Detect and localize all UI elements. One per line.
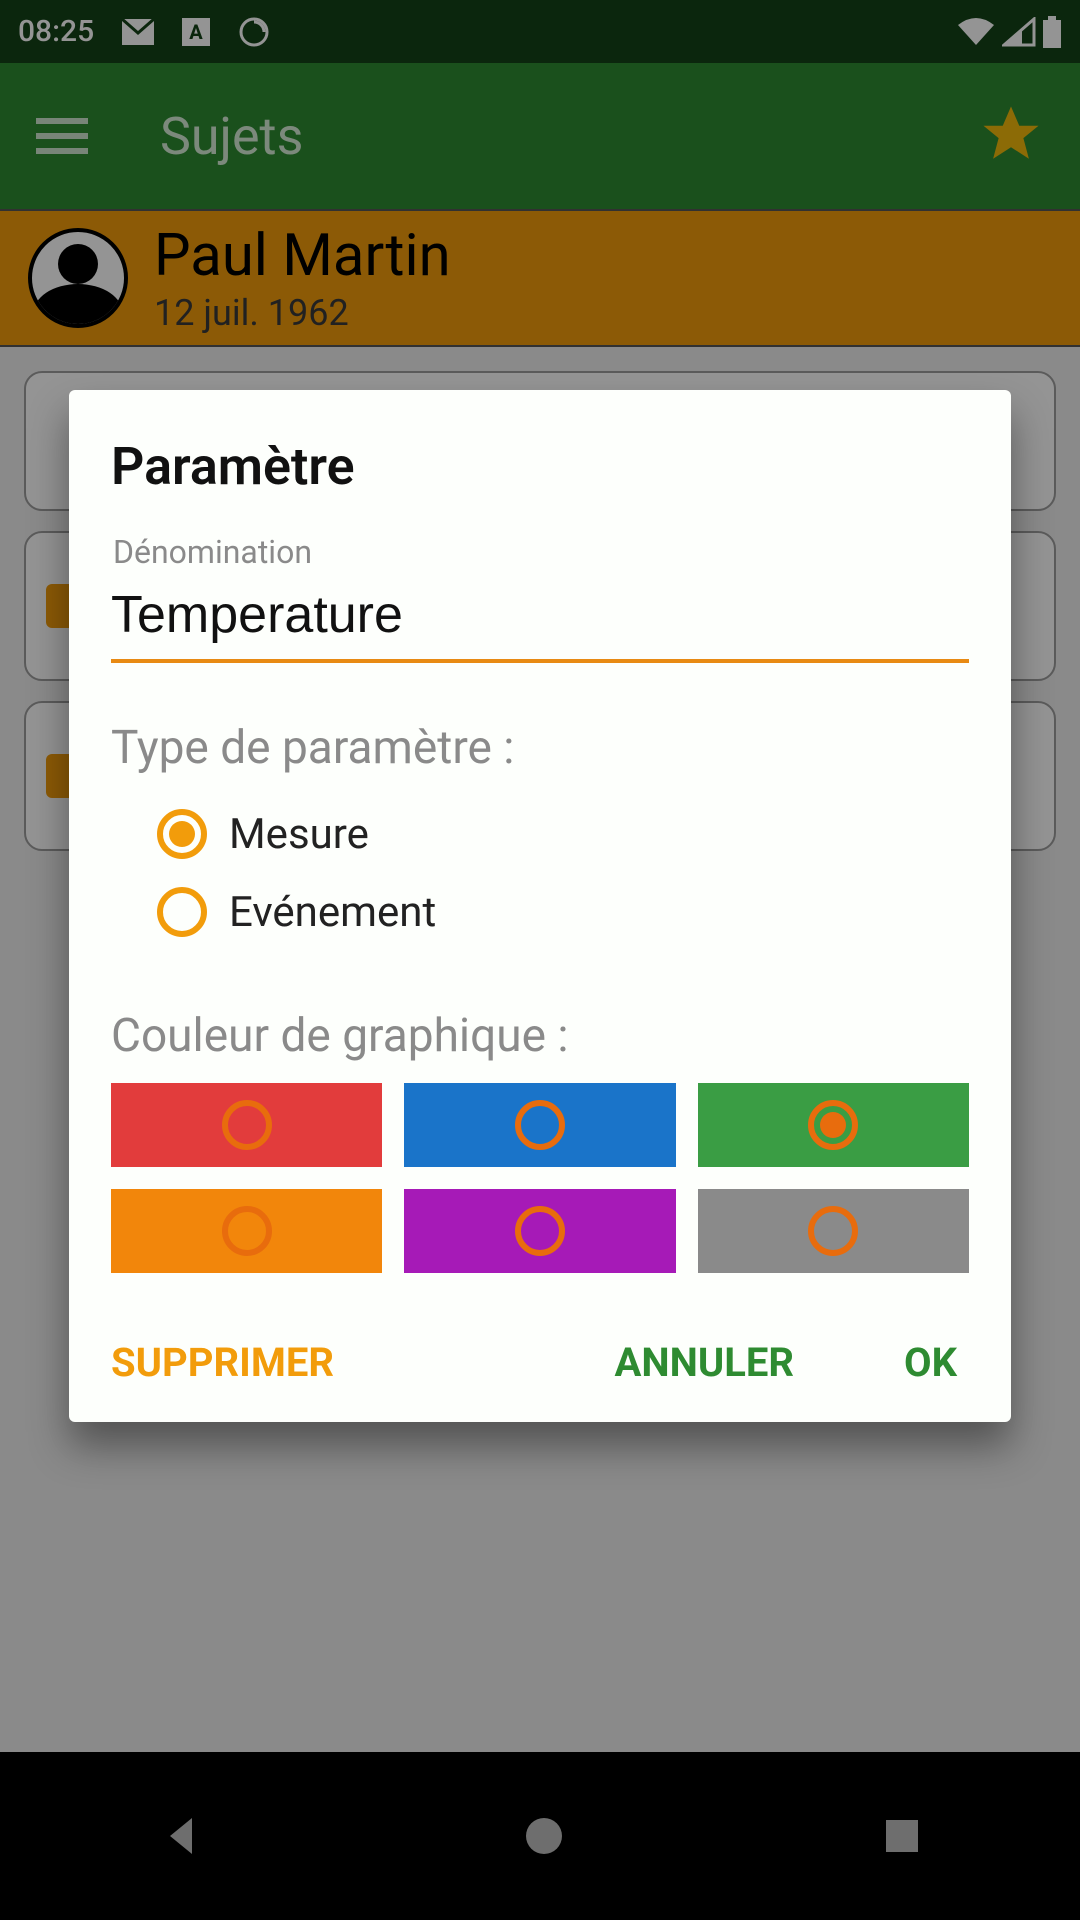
radio-label: Evénement	[229, 888, 436, 937]
color-gray[interactable]	[698, 1189, 969, 1273]
name-label: Dénomination	[111, 533, 969, 571]
cancel-button[interactable]: ANNULER	[615, 1339, 794, 1386]
color-red[interactable]	[111, 1083, 382, 1167]
radio-label: Mesure	[229, 810, 369, 859]
delete-button[interactable]: SUPPRIMER	[111, 1339, 334, 1386]
radio-icon	[808, 1206, 858, 1256]
type-label: Type de paramètre :	[111, 721, 969, 775]
dialog-title: Paramètre	[111, 436, 969, 497]
radio-icon	[515, 1100, 565, 1150]
radio-icon	[157, 887, 207, 937]
radio-icon	[515, 1206, 565, 1256]
ok-button[interactable]: OK	[904, 1339, 957, 1386]
name-input[interactable]	[111, 577, 969, 663]
parameter-dialog: Paramètre Dénomination Type de paramètre…	[69, 390, 1011, 1422]
radio-icon	[222, 1100, 272, 1150]
color-green[interactable]	[698, 1083, 969, 1167]
color-orange[interactable]	[111, 1189, 382, 1273]
radio-event[interactable]: Evénement	[111, 873, 969, 951]
color-grid	[111, 1083, 969, 1273]
radio-icon	[222, 1206, 272, 1256]
radio-measure[interactable]: Mesure	[111, 795, 969, 873]
color-label: Couleur de graphique :	[111, 1009, 969, 1063]
color-blue[interactable]	[404, 1083, 675, 1167]
dialog-actions: SUPPRIMER ANNULER OK	[111, 1339, 969, 1386]
radio-icon	[157, 809, 207, 859]
color-purple[interactable]	[404, 1189, 675, 1273]
radio-icon	[808, 1100, 858, 1150]
